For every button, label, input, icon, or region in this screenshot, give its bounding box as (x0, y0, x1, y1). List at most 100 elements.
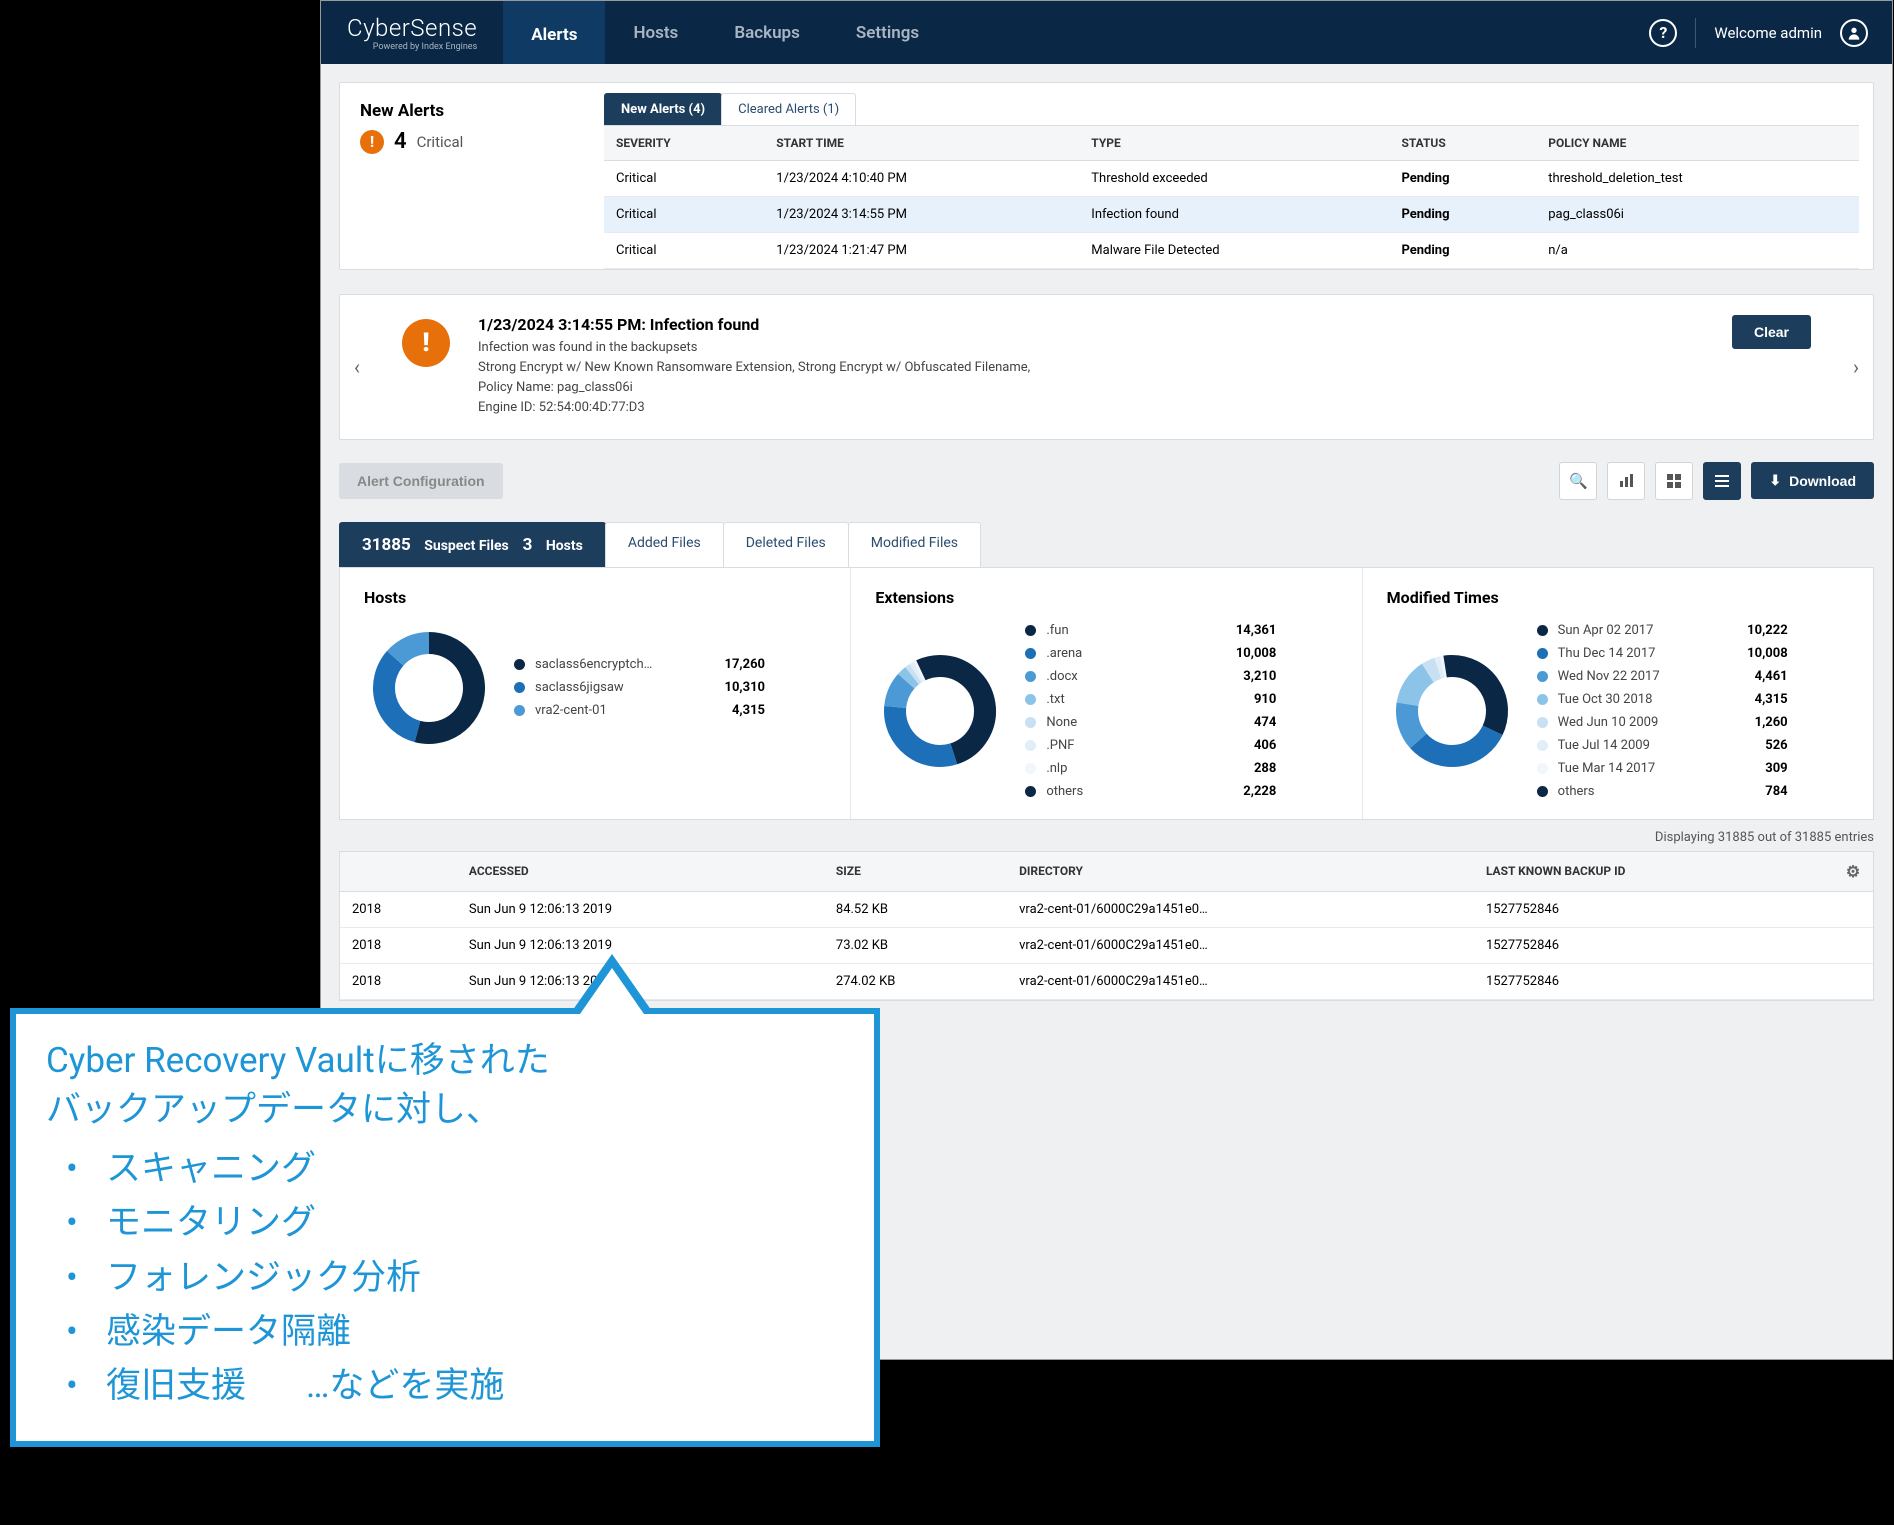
legend-label: .arena (1046, 646, 1206, 661)
legend-value: 474 (1216, 715, 1276, 730)
tab-suspect-files[interactable]: 31885 Suspect Files 3 Hosts (339, 522, 606, 567)
alert-icon: ! (402, 319, 450, 367)
callout-pointer-inner (580, 968, 644, 1014)
file-col[interactable]: DIRECTORY (1007, 852, 1474, 892)
file-tab-added-files[interactable]: Added Files (605, 522, 724, 567)
legend-label: Tue Mar 14 2017 (1558, 761, 1718, 776)
legend-item: .arena 10,008 (1025, 646, 1337, 661)
chart-title: Hosts (364, 588, 826, 607)
nav-backups[interactable]: Backups (706, 1, 828, 64)
legend-label: Thu Dec 14 2017 (1558, 646, 1718, 661)
file-tabs: 31885 Suspect Files 3 Hosts Added FilesD… (339, 522, 1874, 568)
callout-tail: …などを実施 (306, 1359, 504, 1413)
callout-item: スキャニング (46, 1142, 844, 1196)
alert-detail-line: Engine ID: 52:54:00:4D:77:D3 (478, 398, 1704, 418)
search-icon[interactable]: 🔍 (1559, 462, 1597, 500)
alert-tab-1[interactable]: Cleared Alerts (1) (721, 93, 856, 125)
alert-configuration-button[interactable]: Alert Configuration (339, 463, 503, 499)
alert-tabs: New Alerts (4)Cleared Alerts (1) (604, 93, 1859, 126)
legend-dot (1537, 786, 1548, 797)
alert-row[interactable]: Critical1/23/2024 1:21:47 PMMalware File… (604, 233, 1859, 269)
legend-dot (1025, 740, 1036, 751)
nav-settings[interactable]: Settings (828, 1, 947, 64)
legend-dot (514, 682, 525, 693)
prev-alert-button[interactable]: ‹ (340, 355, 374, 379)
legend-dot (514, 705, 525, 716)
col-severity: SEVERITY (604, 126, 764, 161)
legend-item: Tue Oct 30 2018 4,315 (1537, 692, 1849, 707)
legend-label: others (1046, 784, 1206, 799)
chart-title: Extensions (875, 588, 1337, 607)
list-view-icon[interactable] (1703, 462, 1741, 500)
charts-row: Hosts saclass6encryptch…17,260 saclass6jig… (339, 568, 1874, 820)
help-icon[interactable]: ? (1649, 19, 1677, 47)
legend-label: .PNF (1046, 738, 1206, 753)
next-alert-button[interactable]: › (1839, 355, 1873, 379)
gear-icon[interactable]: ⚙ (1833, 852, 1873, 892)
suspect-count: 31885 (362, 535, 411, 555)
legend-item: Wed Jun 10 20091,260 (1537, 715, 1849, 730)
legend-dot (1025, 786, 1036, 797)
legend-dot (1025, 671, 1036, 682)
chart-view-icon[interactable] (1607, 462, 1645, 500)
legend-value: 10,008 (1216, 646, 1276, 661)
display-info: Displaying 31885 out of 31885 entries (339, 820, 1874, 851)
alert-detail-line: Infection was found in the backupsets (478, 338, 1704, 358)
new-alerts-title: New Alerts (360, 101, 570, 121)
legend-label: .txt (1046, 692, 1206, 707)
legend-value: 288 (1216, 761, 1276, 776)
alert-row[interactable]: Critical1/23/2024 4:10:40 PMThreshold ex… (604, 161, 1859, 197)
legend-value: 10,008 (1728, 646, 1788, 661)
legend-label: Tue Oct 30 2018 (1558, 692, 1718, 707)
legend-dot (1025, 694, 1036, 705)
legend-item: saclass6encryptch…17,260 (514, 657, 826, 672)
toolbar: Alert Configuration 🔍 ⬇Download (339, 462, 1874, 500)
critical-icon: ! (360, 130, 384, 154)
alert-detail-line: Policy Name: pag_class06i (478, 378, 1704, 398)
main-nav: AlertsHostsBackupsSettings (503, 1, 947, 64)
alerts-count: 4 (394, 129, 407, 154)
chart-extensions: Extensions.fun14,361.arena10,008.docx3,2… (851, 568, 1362, 819)
hosts-label: Hosts (546, 538, 583, 554)
legend-item: saclass6jigsaw10,310 (514, 680, 826, 695)
legend-value: 10,310 (705, 680, 765, 695)
legend-value: 4,315 (1728, 692, 1788, 707)
col-policy-name: POLICY NAME (1536, 126, 1859, 161)
file-col[interactable]: LAST KNOWN BACKUP ID (1474, 852, 1833, 892)
legend-item: vra2-cent-014,315 (514, 703, 826, 718)
legend-value: 309 (1728, 761, 1788, 776)
alert-detail-title: 1/23/2024 3:14:55 PM: Infection found (478, 315, 1704, 334)
legend-item: .PNF406 (1025, 738, 1337, 753)
alert-tab-0[interactable]: New Alerts (4) (604, 93, 722, 125)
logo: CyberSense Powered by Index Engines (321, 14, 503, 52)
legend-value: 4,461 (1728, 669, 1788, 684)
legend-item: Sun Apr 02 201710,222 (1537, 623, 1849, 638)
download-button[interactable]: ⬇Download (1751, 462, 1874, 499)
legend-item: Thu Dec 14 2017 10,008 (1537, 646, 1849, 661)
legend-value: 784 (1728, 784, 1788, 799)
user-icon[interactable] (1840, 19, 1868, 47)
callout-item: モニタリング (46, 1196, 844, 1250)
file-row[interactable]: 2018Sun Jun 9 12:06:13 201984.52 KBvra2-… (340, 891, 1873, 927)
file-col[interactable]: ACCESSED (457, 852, 824, 892)
col-type: TYPE (1079, 126, 1389, 161)
grid-view-icon[interactable] (1655, 462, 1693, 500)
alerts-table: SEVERITYSTART TIMETYPESTATUSPOLICY NAME … (604, 126, 1859, 269)
file-col[interactable]: SIZE (824, 852, 1007, 892)
legend-label: None (1046, 715, 1206, 730)
file-tab-modified-files[interactable]: Modified Files (848, 522, 981, 567)
alerts-severity: Critical (417, 133, 464, 151)
nav-hosts[interactable]: Hosts (605, 1, 706, 64)
file-tab-deleted-files[interactable]: Deleted Files (723, 522, 849, 567)
legend-label: others (1558, 784, 1718, 799)
clear-button[interactable]: Clear (1732, 315, 1811, 349)
alert-row[interactable]: Critical1/23/2024 3:14:55 PMInfection fo… (604, 197, 1859, 233)
legend-dot (1537, 740, 1548, 751)
legend-dot (1537, 648, 1548, 659)
legend-value: 1,260 (1728, 715, 1788, 730)
legend-item: Tue Jul 14 2009526 (1537, 738, 1849, 753)
legend-dot (514, 659, 525, 670)
legend-label: .docx (1046, 669, 1206, 684)
nav-alerts[interactable]: Alerts (503, 1, 605, 64)
legend-dot (1537, 717, 1548, 728)
